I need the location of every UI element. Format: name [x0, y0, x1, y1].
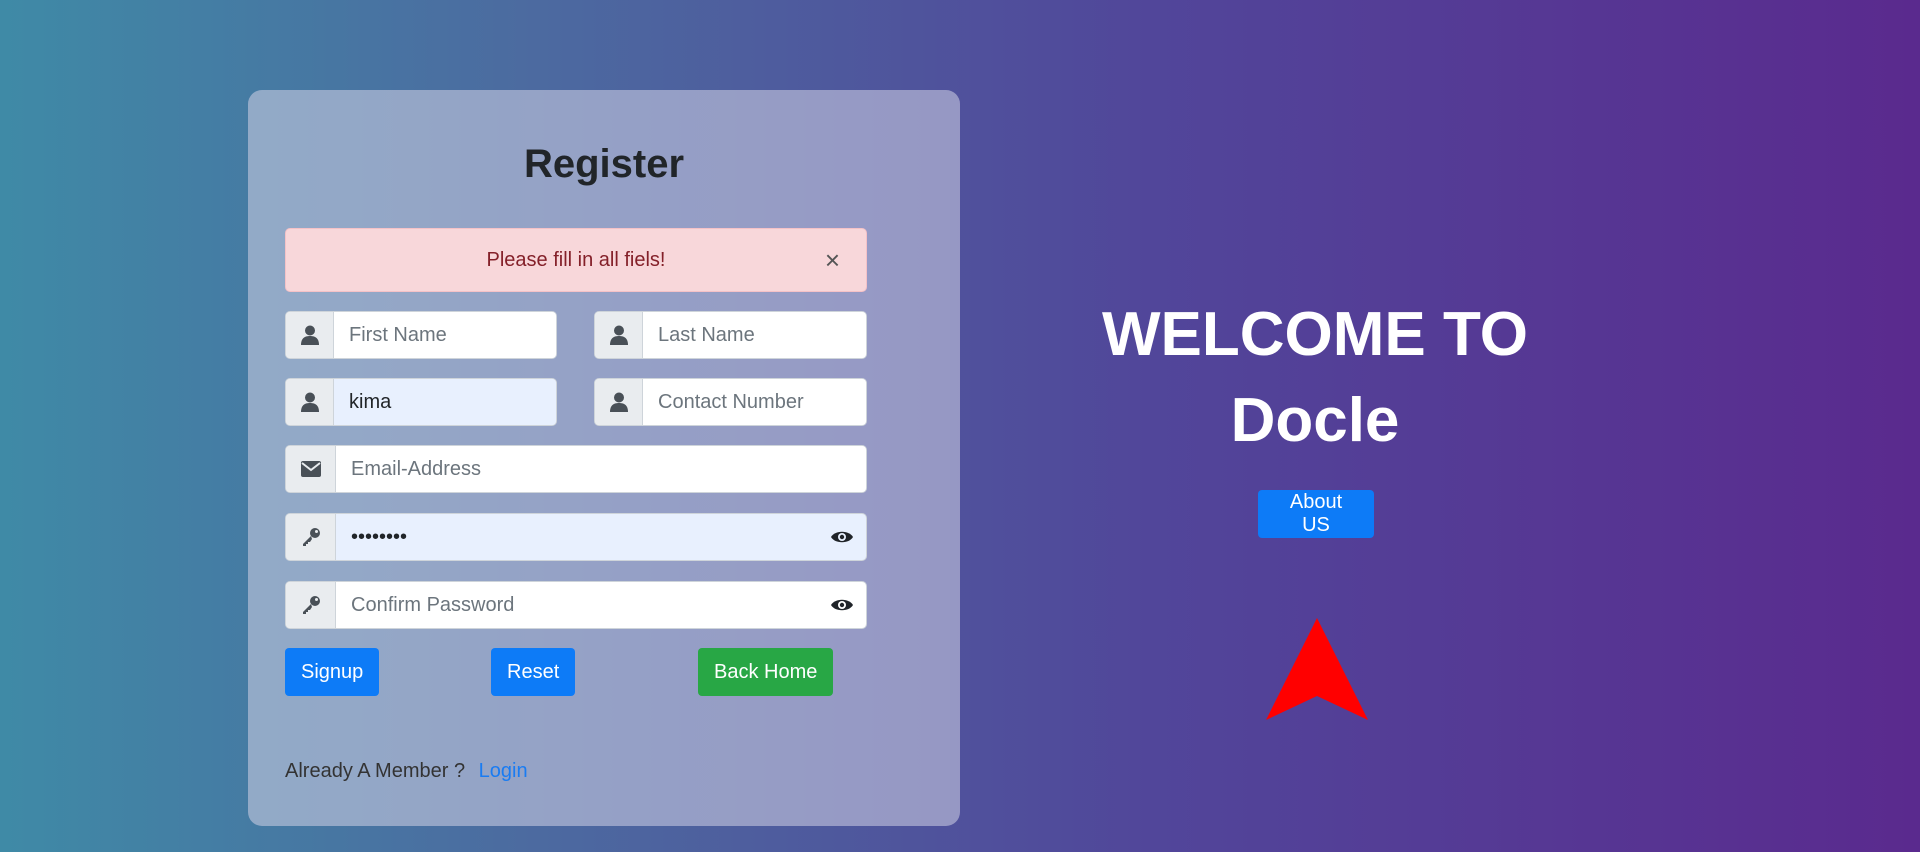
confirm-password-input[interactable]	[336, 582, 818, 628]
last-name-group	[594, 311, 867, 359]
welcome-heading: WELCOME TO Docle	[1080, 292, 1550, 464]
user-icon	[595, 312, 643, 358]
email-input[interactable]	[336, 446, 866, 492]
page-title: Register	[523, 142, 685, 186]
user-icon	[286, 379, 334, 425]
key-icon	[286, 514, 336, 560]
user-icon	[286, 312, 334, 358]
first-name-group	[285, 311, 557, 359]
password-group	[285, 513, 867, 561]
member-text: Already A Member ?	[285, 760, 466, 782]
contact-number-input[interactable]	[643, 379, 866, 425]
close-icon[interactable]: ×	[825, 247, 840, 273]
show-password-eye-icon[interactable]	[818, 514, 866, 560]
welcome-line-1: WELCOME TO	[1102, 300, 1528, 369]
member-prompt: Already A Member ? Login	[285, 760, 528, 783]
user-icon	[595, 379, 643, 425]
key-icon	[286, 582, 336, 628]
confirm-password-group	[285, 581, 867, 629]
register-card: Register Please fill in all fiels! × Fir…	[248, 90, 960, 826]
envelope-icon	[286, 446, 336, 492]
back-home-button[interactable]: Back Home	[698, 648, 834, 696]
error-alert: Please fill in all fiels! ×	[285, 228, 867, 292]
email-group	[285, 445, 867, 493]
reset-button[interactable]: Reset	[491, 648, 576, 696]
last-name-input[interactable]	[643, 312, 866, 358]
username-input[interactable]	[334, 379, 556, 425]
username-group	[285, 378, 557, 426]
about-us-button[interactable]: About US	[1258, 490, 1374, 538]
first-name-input[interactable]	[334, 312, 556, 358]
brand-name: Docle	[1230, 386, 1400, 455]
contact-group	[594, 378, 867, 426]
show-confirm-password-eye-icon[interactable]	[818, 582, 866, 628]
login-link[interactable]: Login	[479, 760, 528, 782]
alert-message: Please fill in all fiels!	[486, 248, 666, 271]
red-arrow-icon	[1266, 618, 1368, 720]
password-input[interactable]	[336, 514, 818, 560]
signup-button[interactable]: Signup	[285, 648, 380, 696]
